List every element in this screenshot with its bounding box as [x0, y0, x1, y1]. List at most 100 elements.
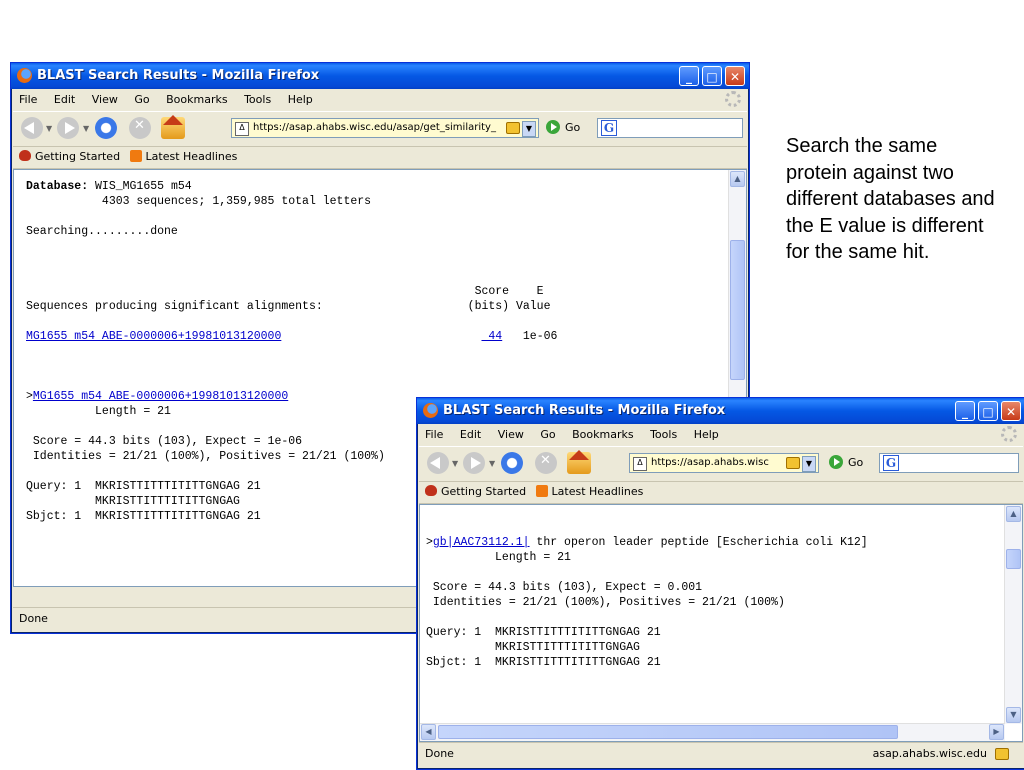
- title-bar[interactable]: BLAST Search Results - Mozilla Firefox _…: [11, 63, 749, 89]
- status-lock-icon[interactable]: [995, 748, 1009, 760]
- home-button[interactable]: [567, 450, 591, 474]
- home-button[interactable]: [161, 115, 185, 139]
- menu-bookmarks[interactable]: Bookmarks: [572, 428, 633, 441]
- maximize-button[interactable]: □: [702, 66, 722, 86]
- url-text: https://asap.ahabs.wisc: [651, 457, 769, 468]
- search-box[interactable]: G: [597, 118, 743, 138]
- stop-button[interactable]: [535, 452, 557, 474]
- bookmark-latest-headlines[interactable]: Latest Headlines: [552, 485, 644, 498]
- scroll-up-button[interactable]: ▲: [730, 171, 745, 187]
- match-line: MKRISTTITTTITITTGNGAG: [426, 641, 640, 654]
- alignment-link[interactable]: MG1655 m54 ABE-0000006+19981013120000: [33, 390, 288, 403]
- lock-icon: [786, 457, 800, 469]
- back-dropdown-icon[interactable]: ▼: [46, 124, 52, 133]
- navigation-toolbar: ▼ ▼ Δhttps://asap.ahabs.wisc.edu/asap/ge…: [13, 111, 747, 147]
- database-label: Database:: [26, 180, 89, 193]
- database-name: WIS_MG1655 m54: [88, 180, 192, 193]
- forward-button[interactable]: [57, 117, 79, 139]
- menu-tools[interactable]: Tools: [244, 93, 271, 106]
- subject-line: Sbjct: 1 MKRISTTITTTITITTGNGAG 21: [426, 656, 661, 669]
- go-icon[interactable]: [546, 120, 560, 134]
- menu-bookmarks[interactable]: Bookmarks: [166, 93, 227, 106]
- status-bar: Done asap.ahabs.wisc.edu: [419, 742, 1023, 765]
- menu-view[interactable]: View: [92, 93, 118, 106]
- go-icon[interactable]: [829, 455, 843, 469]
- reload-button[interactable]: [95, 117, 117, 139]
- url-bar[interactable]: Δhttps://asap.ahabs.wisc.edu/asap/get_si…: [231, 118, 539, 138]
- forward-dropdown-icon[interactable]: ▼: [83, 124, 89, 133]
- scroll-left-button[interactable]: ◀: [421, 724, 436, 740]
- back-button[interactable]: [427, 452, 449, 474]
- lock-icon: [506, 122, 520, 134]
- hit-link[interactable]: MG1655 m54 ABE-0000006+19981013120000: [26, 330, 281, 343]
- score-line: Score = 44.3 bits (103), Expect = 0.001: [426, 581, 703, 594]
- reload-button[interactable]: [501, 452, 523, 474]
- site-icon: Δ: [633, 457, 647, 471]
- close-button[interactable]: ✕: [1001, 401, 1021, 421]
- scroll-thumb[interactable]: [1006, 549, 1021, 569]
- scroll-right-button[interactable]: ▶: [989, 724, 1004, 740]
- status-text: Done: [19, 612, 48, 625]
- go-button[interactable]: Go: [565, 121, 580, 134]
- forward-dropdown-icon[interactable]: ▼: [489, 459, 495, 468]
- subject-line: Sbjct: 1 MKRISTTITTTITITTGNGAG 21: [26, 510, 261, 523]
- firefox-icon: [17, 68, 32, 83]
- alignment-link[interactable]: gb|AAC73112.1|: [433, 536, 530, 549]
- throbber-icon: [725, 91, 741, 107]
- url-bar[interactable]: Δhttps://asap.ahabs.wisc ▼: [629, 453, 819, 473]
- menu-help[interactable]: Help: [288, 93, 313, 106]
- bookmark-getting-started[interactable]: Getting Started: [441, 485, 526, 498]
- bookmark-latest-headlines[interactable]: Latest Headlines: [146, 150, 238, 163]
- menu-file[interactable]: File: [425, 428, 443, 441]
- hit-evalue: 1e-06: [502, 330, 558, 343]
- maximize-button[interactable]: □: [978, 401, 998, 421]
- identities-line: Identities = 21/21 (100%), Positives = 2…: [26, 450, 385, 463]
- status-host: asap.ahabs.wisc.edu: [872, 747, 987, 760]
- search-box[interactable]: G: [879, 453, 1019, 473]
- horizontal-scrollbar[interactable]: ◀ ▶: [420, 723, 1005, 741]
- google-icon: G: [601, 120, 617, 136]
- getting-started-icon: [425, 485, 437, 496]
- h-scroll-thumb[interactable]: [438, 725, 898, 739]
- title-bar[interactable]: BLAST Search Results - Mozilla Firefox _…: [417, 398, 1024, 424]
- menu-go[interactable]: Go: [540, 428, 555, 441]
- throbber-icon: [1001, 426, 1017, 442]
- stop-button[interactable]: [129, 117, 151, 139]
- status-text: Done: [425, 747, 454, 760]
- rss-icon: [535, 485, 548, 497]
- navigation-toolbar: ▼ ▼ Δhttps://asap.ahabs.wisc ▼ Go G: [419, 446, 1023, 482]
- back-button[interactable]: [21, 117, 43, 139]
- score-header: Score E: [26, 285, 544, 298]
- window-title: BLAST Search Results - Mozilla Firefox: [443, 403, 726, 418]
- vertical-scrollbar[interactable]: ▲ ▼: [1004, 505, 1022, 724]
- match-line: MKRISTTITTTITITTGNGAG: [26, 495, 240, 508]
- go-button[interactable]: Go: [848, 456, 863, 469]
- menu-tools[interactable]: Tools: [650, 428, 677, 441]
- close-button[interactable]: ✕: [725, 66, 745, 86]
- menu-file[interactable]: File: [19, 93, 37, 106]
- bookmark-getting-started[interactable]: Getting Started: [35, 150, 120, 163]
- minimize-button[interactable]: _: [679, 66, 699, 86]
- menu-view[interactable]: View: [498, 428, 524, 441]
- url-text: https://asap.ahabs.wisc.edu/asap/get_sim…: [253, 122, 496, 133]
- scroll-up-button[interactable]: ▲: [1006, 506, 1021, 522]
- bookmarks-toolbar: Getting Started Latest Headlines: [419, 481, 1023, 504]
- url-dropdown-icon[interactable]: ▼: [802, 456, 816, 472]
- rss-icon: [129, 150, 142, 162]
- query-line: Query: 1 MKRISTTITTTITITTGNGAG 21: [426, 626, 661, 639]
- minimize-button[interactable]: _: [955, 401, 975, 421]
- bookmarks-toolbar: Getting Started Latest Headlines: [13, 146, 747, 169]
- blast-output: >gb|AAC73112.1| thr operon leader peptid…: [426, 536, 868, 669]
- hit-score-link[interactable]: 44: [481, 330, 502, 343]
- url-dropdown-icon[interactable]: ▼: [522, 121, 536, 137]
- scroll-down-button[interactable]: ▼: [1006, 707, 1021, 723]
- scroll-thumb[interactable]: [730, 240, 745, 380]
- menu-go[interactable]: Go: [134, 93, 149, 106]
- getting-started-icon: [19, 150, 31, 161]
- menu-help[interactable]: Help: [694, 428, 719, 441]
- back-dropdown-icon[interactable]: ▼: [452, 459, 458, 468]
- menu-edit[interactable]: Edit: [460, 428, 481, 441]
- menu-edit[interactable]: Edit: [54, 93, 75, 106]
- forward-button[interactable]: [463, 452, 485, 474]
- alignment-description: thr operon leader peptide [Escherichia c…: [529, 536, 868, 549]
